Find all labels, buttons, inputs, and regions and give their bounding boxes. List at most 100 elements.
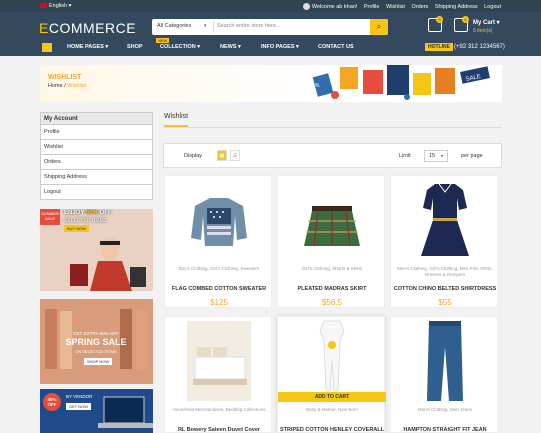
product-name[interactable]: PLEATED MADRAS SKIRT bbox=[280, 286, 384, 292]
product-card[interactable]: Girl's Clothing, Shorts & Skirts PLEATED… bbox=[277, 175, 385, 308]
laptop-photo bbox=[98, 396, 153, 428]
logo[interactable]: ECOMMERCE bbox=[39, 20, 136, 36]
product-category[interactable]: Household Merchandises, Bedding Collecti… bbox=[169, 407, 269, 413]
divider bbox=[213, 21, 214, 33]
product-image bbox=[421, 183, 469, 256]
summer-sale-banner[interactable]: SUMMER SALE ENJOY 50% OFF SELECTED ITEMS… bbox=[40, 209, 153, 291]
account-links: Welcome ab khan! Profile Wishlist Orders… bbox=[298, 3, 501, 10]
product-price: $55 bbox=[438, 298, 452, 307]
search-input[interactable]: Search entire store here... bbox=[217, 23, 281, 29]
product-category[interactable]: Men's Clothing, Men Jeans bbox=[395, 407, 495, 413]
banner-spring-sale: SPRING SALE bbox=[65, 337, 127, 347]
wishlist-count-badge: 0 bbox=[436, 16, 443, 23]
product-card[interactable]: Household Merchandises, Bedding Collecti… bbox=[164, 316, 272, 433]
product-name[interactable]: FLAG COMBED COTTON SWEATER bbox=[167, 286, 271, 292]
search-bar: All Categories ▾ Search entire store her… bbox=[152, 19, 388, 35]
breadcrumb-banner: WISHLIST Home / Wishlist % SALE bbox=[40, 65, 502, 102]
cart-label: My Cart bbox=[473, 20, 496, 26]
sidebar-item-wishlist[interactable]: Wishlist bbox=[40, 140, 153, 155]
product-name[interactable]: HAMPTON STRAIGHT FIT JEAN bbox=[393, 427, 497, 433]
product-toolbar: Display ▦ ☰ Limit 15 ▾ per page bbox=[163, 143, 502, 168]
welcome-text: Welcome ab khan! bbox=[311, 3, 358, 10]
summer-sale-tag: SUMMER SALE bbox=[40, 209, 60, 225]
link-profile[interactable]: Profile bbox=[364, 4, 380, 10]
cart-items-count: 5 item(s) bbox=[473, 28, 493, 34]
product-category[interactable]: Boy's Clothing, Girl's Clothing, Sweater… bbox=[169, 266, 269, 272]
list-view-button[interactable]: ☰ bbox=[230, 150, 240, 161]
sidebar-item-logout[interactable]: Logout bbox=[40, 185, 153, 200]
nav-collection[interactable]: COLLECTION ▾ bbox=[160, 44, 200, 50]
product-price: $125 bbox=[210, 298, 228, 307]
discount-badge: 40% OFF bbox=[43, 393, 61, 411]
banner-selected: ON SELECTED ITEMS bbox=[75, 349, 117, 354]
sidebar-item-shipping-address[interactable]: Shipping Address bbox=[40, 170, 153, 185]
chevron-down-icon: ▾ bbox=[440, 153, 443, 158]
product-name[interactable]: RL Bowery Sateen Duvet Cover bbox=[167, 427, 271, 433]
top-bar: English ▾ Welcome ab khan! Profile Wishl… bbox=[0, 0, 541, 12]
add-to-cart-button[interactable]: ADD TO CART bbox=[278, 392, 386, 402]
my-cart-label[interactable]: My Cart ▾ bbox=[473, 19, 500, 26]
nav-label: NEWS bbox=[220, 44, 237, 50]
banner-text: OFF bbox=[99, 210, 112, 216]
hotline-phone: (+92 312 1234567) bbox=[454, 44, 505, 50]
product-image bbox=[427, 321, 463, 401]
product-category[interactable]: Men's Clothing, Girl's Clothing, Men Pol… bbox=[395, 266, 495, 278]
limit-select[interactable]: 15 ▾ bbox=[424, 150, 448, 162]
product-card[interactable]: ADD TO CART Baby & Mother, New Born STRI… bbox=[277, 316, 386, 433]
breadcrumb-home[interactable]: Home bbox=[48, 83, 63, 89]
search-category-select[interactable]: All Categories bbox=[157, 23, 191, 29]
hotline-badge: HOTLINE bbox=[425, 43, 453, 51]
product-name[interactable]: COTTON CHINO BELTED SHIRTDRESS bbox=[393, 286, 497, 292]
wishlist-content: Wishlist bbox=[163, 107, 502, 128]
sidebar-item-profile[interactable]: Profile bbox=[40, 125, 153, 140]
link-logout[interactable]: Logout bbox=[484, 4, 501, 10]
nav-contact-us[interactable]: CONTACT US bbox=[318, 44, 354, 50]
product-image bbox=[304, 206, 360, 247]
product-card[interactable]: Men's Clothing, Men Jeans HAMPTON STRAIG… bbox=[390, 316, 498, 433]
per-page-label: per page bbox=[461, 153, 483, 159]
grid-view-button[interactable]: ▦ bbox=[217, 150, 227, 161]
search-icon: ⌕ bbox=[376, 22, 382, 31]
home-icon[interactable] bbox=[42, 43, 52, 52]
search-button[interactable]: ⌕ bbox=[370, 19, 388, 35]
product-category[interactable]: Baby & Mother, New Born bbox=[282, 407, 382, 413]
nav-news[interactable]: NEWS ▾ bbox=[220, 44, 241, 50]
account-sidebar: My Account Profile Wishlist Orders Shipp… bbox=[40, 112, 153, 200]
svg-text:%: % bbox=[315, 83, 320, 89]
product-name[interactable]: STRIPED COTTON HENLEY COVERALL bbox=[280, 427, 384, 433]
nav-home-pages[interactable]: HOME PAGES ▾ bbox=[67, 44, 108, 50]
vendor-banner[interactable]: 40% OFF BY VENDOR GET NOW bbox=[40, 389, 153, 433]
shopping-bags-illustration: % SALE bbox=[312, 65, 490, 100]
banner-pct: 50% bbox=[85, 210, 98, 216]
spring-sale-banner[interactable]: GET EXTRA 50% OFF SPRING SALE ON SELECTE… bbox=[40, 299, 153, 384]
logo-text: COMMERCE bbox=[48, 20, 137, 36]
nav-shop[interactable]: SHOP bbox=[127, 44, 143, 50]
breadcrumb-current: Wishlist bbox=[67, 83, 87, 89]
my-account-heading: My Account bbox=[40, 112, 153, 125]
breadcrumb: Home / Wishlist bbox=[48, 83, 86, 89]
banner-vendor: BY VENDOR bbox=[66, 394, 93, 399]
product-category[interactable]: Girl's Clothing, Shorts & Skirts bbox=[282, 266, 382, 272]
link-orders[interactable]: Orders bbox=[411, 4, 428, 10]
chevron-down-icon: ▾ bbox=[204, 23, 207, 29]
nav-label: HOME PAGES bbox=[67, 44, 104, 50]
product-price: $56.5 bbox=[321, 298, 343, 307]
display-label: Display bbox=[184, 153, 203, 159]
logo-prefix: E bbox=[39, 20, 49, 36]
product-card[interactable]: Boy's Clothing, Girl's Clothing, Sweater… bbox=[164, 175, 272, 308]
link-shipping-address[interactable]: Shipping Address bbox=[435, 4, 478, 10]
nav-info-pages[interactable]: INFO PAGES ▾ bbox=[261, 44, 299, 50]
product-image bbox=[187, 321, 251, 401]
nav-label: INFO PAGES bbox=[261, 44, 295, 50]
grid-icon: ▦ bbox=[219, 153, 225, 159]
language-selector[interactable]: English ▾ bbox=[40, 3, 71, 9]
avatar[interactable] bbox=[302, 3, 310, 10]
shop-now-button[interactable]: SHOP NOW bbox=[84, 358, 113, 365]
banner-text: ENJOY bbox=[64, 210, 85, 216]
sidebar-item-orders[interactable]: Orders bbox=[40, 155, 153, 170]
link-wishlist[interactable]: Wishlist bbox=[386, 4, 405, 10]
banner-enjoy: ENJOY 50% OFF bbox=[64, 210, 112, 216]
get-now-button[interactable]: GET NOW bbox=[66, 403, 92, 410]
product-card[interactable]: Men's Clothing, Girl's Clothing, Men Pol… bbox=[390, 175, 498, 308]
list-icon: ☰ bbox=[232, 153, 238, 159]
